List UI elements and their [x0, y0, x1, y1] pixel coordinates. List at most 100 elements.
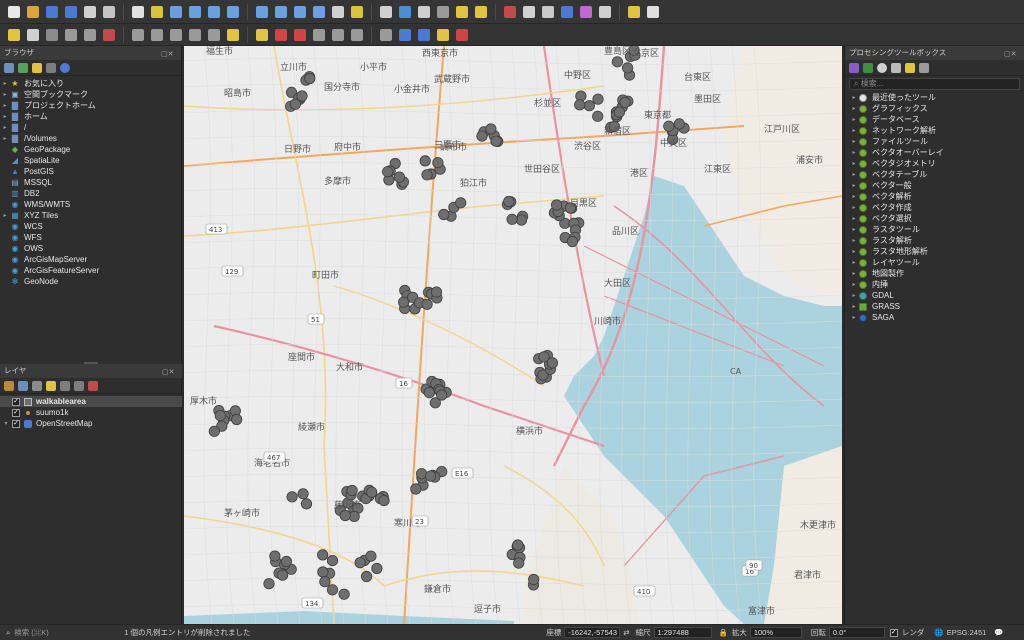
processing-group[interactable]: ▸ 内挿 [845, 279, 1024, 290]
browser-item[interactable]: ▸ ▣ 空間ブックマーク [0, 89, 181, 100]
coordinate-field[interactable]: -16242,-57543 [564, 627, 621, 638]
browser-item[interactable]: ▥ DB2 [0, 188, 181, 199]
statistics-icon[interactable] [578, 4, 594, 20]
edit-pencil-icon[interactable] [25, 27, 41, 43]
processing-group[interactable]: ▸ ラスタ解析 [845, 235, 1024, 246]
layer-item[interactable]: ▾ ✓ OpenStreetMap [0, 418, 182, 429]
layer-visibility-checkbox[interactable]: ✓ [12, 397, 20, 406]
undo-icon[interactable] [187, 27, 203, 43]
text-annotation-icon[interactable] [645, 4, 661, 20]
layer-visibility-checkbox[interactable]: ✓ [12, 408, 20, 417]
processing-group[interactable]: ▸ 最近使ったツール [845, 92, 1024, 103]
collapse-all-icon[interactable] [46, 62, 56, 73]
move-label-icon[interactable] [330, 27, 346, 43]
identify-icon[interactable] [416, 4, 432, 20]
layer-item[interactable]: ✓ walkablearea [0, 396, 182, 407]
chevron-right-icon[interactable]: ▸ [849, 127, 859, 134]
processing-group[interactable]: ▸ GRASS [845, 301, 1024, 312]
processing-group[interactable]: ▸ レイヤツール [845, 257, 1024, 268]
info-icon[interactable] [60, 62, 70, 73]
measure-icon[interactable] [435, 4, 451, 20]
new-project-icon[interactable] [6, 4, 22, 20]
vertex-tool-icon[interactable] [82, 27, 98, 43]
magnifier-field[interactable]: 100% [749, 627, 802, 638]
save-edits-icon[interactable] [44, 27, 60, 43]
render-checkbox[interactable]: ✓ [889, 628, 898, 637]
browser-item[interactable]: ◢ SpatiaLite [0, 155, 181, 166]
messages-icon[interactable]: 💬 [994, 628, 1003, 637]
chevron-right-icon[interactable]: ▸ [0, 80, 10, 87]
deselect-icon[interactable] [502, 4, 518, 20]
label-icon[interactable] [225, 27, 241, 43]
new-map-view-icon[interactable] [330, 4, 346, 20]
filter-icon[interactable] [32, 62, 42, 73]
processing-toolbox-icon[interactable] [559, 4, 575, 20]
add-group-icon[interactable] [18, 380, 28, 391]
chevron-right-icon[interactable]: ▸ [849, 171, 859, 178]
change-label-icon[interactable] [378, 27, 394, 43]
browser-item[interactable]: ✻ GeoNode [0, 276, 181, 287]
highlight-pinned-icon[interactable] [273, 27, 289, 43]
scripts-icon[interactable] [863, 62, 873, 73]
annotation-icon[interactable] [626, 4, 642, 20]
visibility-icon[interactable] [32, 380, 42, 391]
zoom-native-icon[interactable] [273, 4, 289, 20]
refresh-icon[interactable] [18, 62, 28, 73]
chevron-right-icon[interactable]: ▸ [849, 226, 859, 233]
paste-features-icon[interactable] [168, 27, 184, 43]
chevron-right-icon[interactable]: ▸ [849, 182, 859, 189]
browser-item[interactable]: ▸ ▇ プロジェクトホーム [0, 100, 181, 111]
chevron-right-icon[interactable]: ▸ [849, 105, 859, 112]
processing-group[interactable]: ▸ ベクタテーブル [845, 169, 1024, 180]
processing-group[interactable]: ▸ ラスタ地形解析 [845, 246, 1024, 257]
browser-item[interactable]: ◉ WCS [0, 221, 181, 232]
processing-group[interactable]: ▸ ベクタジオメトリ [845, 158, 1024, 169]
collapse-all-icon[interactable] [74, 380, 84, 391]
browser-item[interactable]: ◉ WMS/WMTS [0, 199, 181, 210]
processing-group[interactable]: ▸ ベクタ解析 [845, 191, 1024, 202]
chevron-right-icon[interactable]: ▸ [849, 215, 859, 222]
browser-item[interactable]: ▸ ▇ / [0, 122, 181, 133]
field-calculator-icon[interactable] [540, 4, 556, 20]
map-canvas[interactable]: 福生市 立川市 小平市 西東京市 豊島区 文京区 昭島市 国分寺市 小金井市 武蔵野市 中野区 台東区… [184, 46, 842, 624]
zoom-full-icon[interactable] [206, 4, 222, 20]
pan-to-selection-icon[interactable] [149, 4, 165, 20]
browser-item[interactable]: ◉ ArcGisMapServer [0, 254, 181, 265]
chevron-right-icon[interactable]: ▸ [849, 160, 859, 167]
processing-group[interactable]: ▸ データベース [845, 114, 1024, 125]
chevron-right-icon[interactable]: ▸ [0, 135, 10, 142]
zoom-out-icon[interactable] [187, 4, 203, 20]
select-by-value-icon[interactable] [473, 4, 489, 20]
cut-features-icon[interactable] [130, 27, 146, 43]
chevron-right-icon[interactable]: ▸ [0, 113, 10, 120]
rotate-label-icon[interactable] [349, 27, 365, 43]
chevron-right-icon[interactable]: ▸ [849, 314, 859, 321]
layer-style-icon[interactable] [4, 380, 14, 391]
help-icon[interactable] [416, 27, 432, 43]
processing-group[interactable]: ▸ ベクタ作成 [845, 202, 1024, 213]
show-hide-labels-icon[interactable] [311, 27, 327, 43]
browser-item[interactable]: ▸ ▇ /Volumes [0, 133, 181, 144]
plugin-icon[interactable] [454, 27, 470, 43]
zoom-to-layer-icon[interactable] [254, 4, 270, 20]
remove-layer-icon[interactable] [88, 380, 98, 391]
open-project-icon[interactable] [25, 4, 41, 20]
browser-item[interactable]: ▸ ▇ ホーム [0, 111, 181, 122]
panel-close-icon[interactable]: ▢✕ [161, 48, 177, 58]
chevron-right-icon[interactable]: ▸ [849, 270, 859, 277]
browser-item[interactable]: ◉ WFS [0, 232, 181, 243]
coordinate-toggle-icon[interactable]: ⇄ [623, 628, 629, 637]
print-layout-icon[interactable] [82, 4, 98, 20]
rotation-field[interactable]: 0.0° [828, 627, 885, 638]
zoom-to-selection-icon[interactable] [225, 4, 241, 20]
chevron-right-icon[interactable]: ▸ [849, 204, 859, 211]
add-layer-icon[interactable] [4, 62, 14, 73]
edit-features-icon[interactable] [905, 62, 915, 73]
show-bookmarks-icon[interactable] [378, 4, 394, 20]
browser-item[interactable]: ▤ MSSQL [0, 177, 181, 188]
copy-features-icon[interactable] [149, 27, 165, 43]
layer-item[interactable]: ✓ suumo1k [0, 407, 182, 418]
style-manager-icon[interactable] [101, 4, 117, 20]
lock-icon[interactable]: 🔒 [719, 628, 728, 637]
processing-group[interactable]: ▸ ファイルツール [845, 136, 1024, 147]
